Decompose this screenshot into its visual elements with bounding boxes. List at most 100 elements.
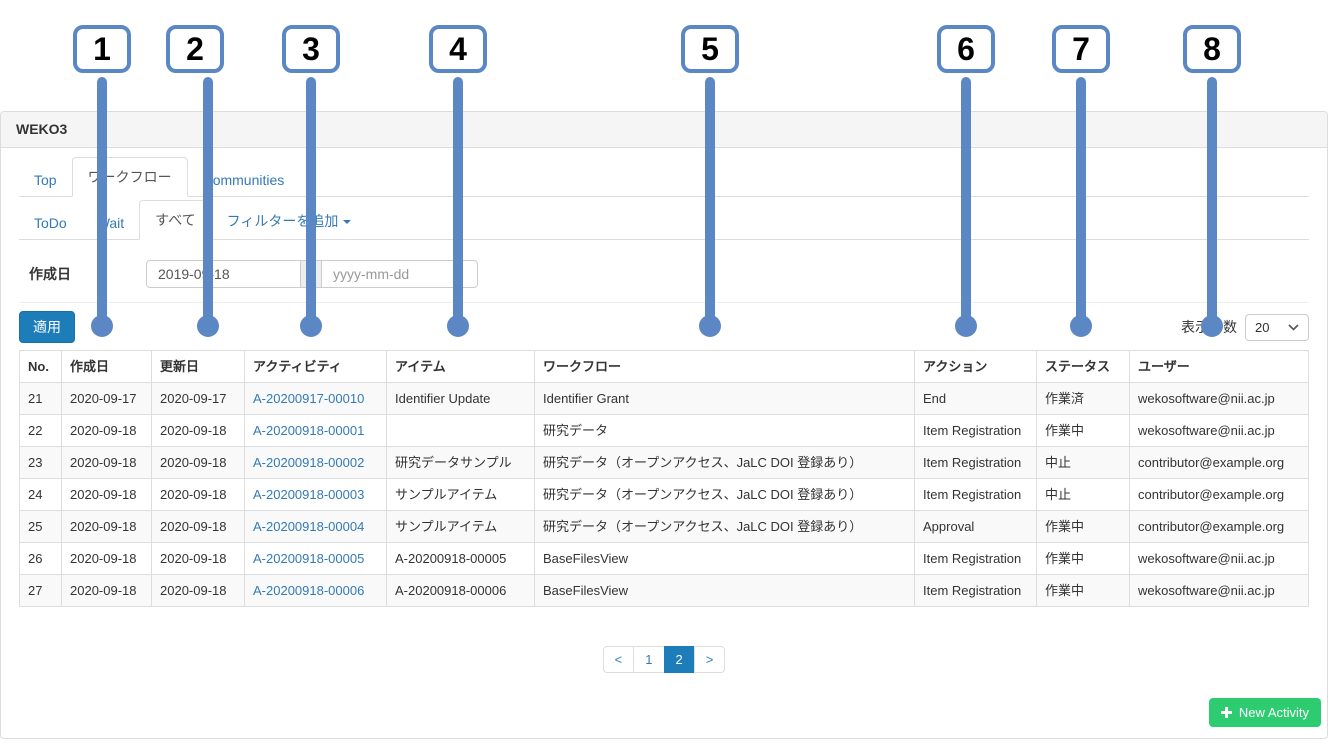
cell-user: wekosoftware@nii.ac.jp: [1130, 383, 1309, 415]
cell-workflow: 研究データ（オープンアクセス、JaLC DOI 登録あり）: [535, 511, 915, 543]
cell-created: 2020-09-18: [62, 511, 152, 543]
main-tabs: Top ワークフロー Communities: [19, 160, 1309, 197]
col-header-workflow: ワークフロー: [535, 351, 915, 383]
cell-created: 2020-09-18: [62, 479, 152, 511]
new-activity-label: New Activity: [1239, 705, 1309, 720]
cell-action: Item Registration: [915, 479, 1037, 511]
cell-no: 27: [20, 575, 62, 607]
page-1-button[interactable]: 1: [633, 646, 664, 673]
col-header-no: No.: [20, 351, 62, 383]
cell-item: Identifier Update: [387, 383, 535, 415]
cell-created: 2020-09-17: [62, 383, 152, 415]
table-row: 252020-09-182020-09-18A-20200918-00004サン…: [20, 511, 1309, 543]
date-range-separator: -: [301, 260, 321, 288]
callout-number-box: 3: [282, 25, 340, 73]
cell-item: [387, 415, 535, 447]
pagination: < 1 2 >: [19, 646, 1309, 673]
activity-link[interactable]: A-20200918-00005: [253, 551, 364, 566]
cell-action: Item Registration: [915, 415, 1037, 447]
callout-number-box: 7: [1052, 25, 1110, 73]
cell-updated: 2020-09-18: [152, 415, 245, 447]
cell-action: End: [915, 383, 1037, 415]
cell-action: Item Registration: [915, 575, 1037, 607]
activity-link[interactable]: A-20200918-00004: [253, 519, 364, 534]
cell-item: サンプルアイテム: [387, 479, 535, 511]
date-filter-row: 作成日 -: [19, 260, 1309, 303]
cell-status: 作業済: [1037, 383, 1130, 415]
date-from-input[interactable]: [146, 260, 301, 288]
col-header-user: ユーザー: [1130, 351, 1309, 383]
prev-page-button[interactable]: <: [603, 646, 635, 673]
cell-activity: A-20200918-00003: [245, 479, 387, 511]
subtab-wait[interactable]: Wait: [82, 206, 139, 240]
cell-no: 25: [20, 511, 62, 543]
table-row: 242020-09-182020-09-18A-20200918-00003サン…: [20, 479, 1309, 511]
cell-workflow: BaseFilesView: [535, 575, 915, 607]
cell-workflow: 研究データ（オープンアクセス、JaLC DOI 登録あり）: [535, 479, 915, 511]
page-2-button[interactable]: 2: [664, 646, 695, 673]
cell-user: contributor@example.org: [1130, 511, 1309, 543]
cell-workflow: BaseFilesView: [535, 543, 915, 575]
cell-no: 22: [20, 415, 62, 447]
cell-updated: 2020-09-18: [152, 479, 245, 511]
col-header-updated: 更新日: [152, 351, 245, 383]
cell-no: 23: [20, 447, 62, 479]
cell-activity: A-20200918-00002: [245, 447, 387, 479]
cell-action: Approval: [915, 511, 1037, 543]
activity-link[interactable]: A-20200918-00002: [253, 455, 364, 470]
col-header-item: アイテム: [387, 351, 535, 383]
date-to-input[interactable]: [321, 260, 478, 288]
cell-activity: A-20200917-00010: [245, 383, 387, 415]
next-page-button[interactable]: >: [694, 646, 726, 673]
cell-action: Item Registration: [915, 543, 1037, 575]
cell-no: 24: [20, 479, 62, 511]
page-size-value: 20: [1255, 320, 1269, 335]
cell-activity: A-20200918-00004: [245, 511, 387, 543]
cell-item: A-20200918-00006: [387, 575, 535, 607]
filter-add-dropdown[interactable]: フィルターを追加: [212, 202, 367, 240]
table-body: 212020-09-172020-09-17A-20200917-00010Id…: [20, 383, 1309, 607]
activity-link[interactable]: A-20200918-00006: [253, 583, 364, 598]
cell-status: 作業中: [1037, 543, 1130, 575]
cell-user: wekosoftware@nii.ac.jp: [1130, 415, 1309, 447]
cell-user: wekosoftware@nii.ac.jp: [1130, 575, 1309, 607]
cell-activity: A-20200918-00006: [245, 575, 387, 607]
weko3-panel: WEKO3 Top ワークフロー Communities ToDo Wait す…: [0, 111, 1328, 739]
cell-created: 2020-09-18: [62, 415, 152, 447]
table-header-row: No.作成日更新日アクティビティアイテムワークフローアクションステータスユーザー: [20, 351, 1309, 383]
col-header-activity: アクティビティ: [245, 351, 387, 383]
cell-updated: 2020-09-18: [152, 447, 245, 479]
activity-link[interactable]: A-20200918-00001: [253, 423, 364, 438]
cell-status: 作業中: [1037, 511, 1130, 543]
apply-button[interactable]: 適用: [19, 311, 75, 343]
chevron-down-icon: [1288, 324, 1299, 331]
cell-created: 2020-09-18: [62, 447, 152, 479]
panel-body: Top ワークフロー Communities ToDo Wait すべて フィル…: [1, 148, 1327, 738]
callout-number-box: 5: [681, 25, 739, 73]
sub-tabs: ToDo Wait すべて フィルターを追加: [19, 203, 1309, 240]
plus-icon: [1221, 707, 1232, 718]
subtab-todo[interactable]: ToDo: [19, 206, 82, 240]
tab-top[interactable]: Top: [19, 163, 72, 197]
cell-item: サンプルアイテム: [387, 511, 535, 543]
page-size-group: 表示件数 20: [1181, 314, 1309, 341]
table-row: 222020-09-182020-09-18A-20200918-00001研究…: [20, 415, 1309, 447]
table-row: 272020-09-182020-09-18A-20200918-00006A-…: [20, 575, 1309, 607]
activity-link[interactable]: A-20200917-00010: [253, 391, 364, 406]
activity-link[interactable]: A-20200918-00003: [253, 487, 364, 502]
cell-status: 作業中: [1037, 415, 1130, 447]
callout-number-box: 8: [1183, 25, 1241, 73]
new-activity-button[interactable]: New Activity: [1209, 698, 1321, 727]
page-size-select[interactable]: 20: [1245, 314, 1309, 341]
cell-workflow: 研究データ: [535, 415, 915, 447]
cell-updated: 2020-09-18: [152, 575, 245, 607]
tab-workflow[interactable]: ワークフロー: [72, 157, 188, 197]
cell-created: 2020-09-18: [62, 575, 152, 607]
subtab-all[interactable]: すべて: [139, 200, 211, 240]
tab-communities[interactable]: Communities: [188, 163, 300, 197]
table-row: 212020-09-172020-09-17A-20200917-00010Id…: [20, 383, 1309, 415]
col-header-created: 作成日: [62, 351, 152, 383]
col-header-status: ステータス: [1037, 351, 1130, 383]
cell-activity: A-20200918-00001: [245, 415, 387, 447]
filter-add-label: フィルターを追加: [227, 213, 339, 229]
